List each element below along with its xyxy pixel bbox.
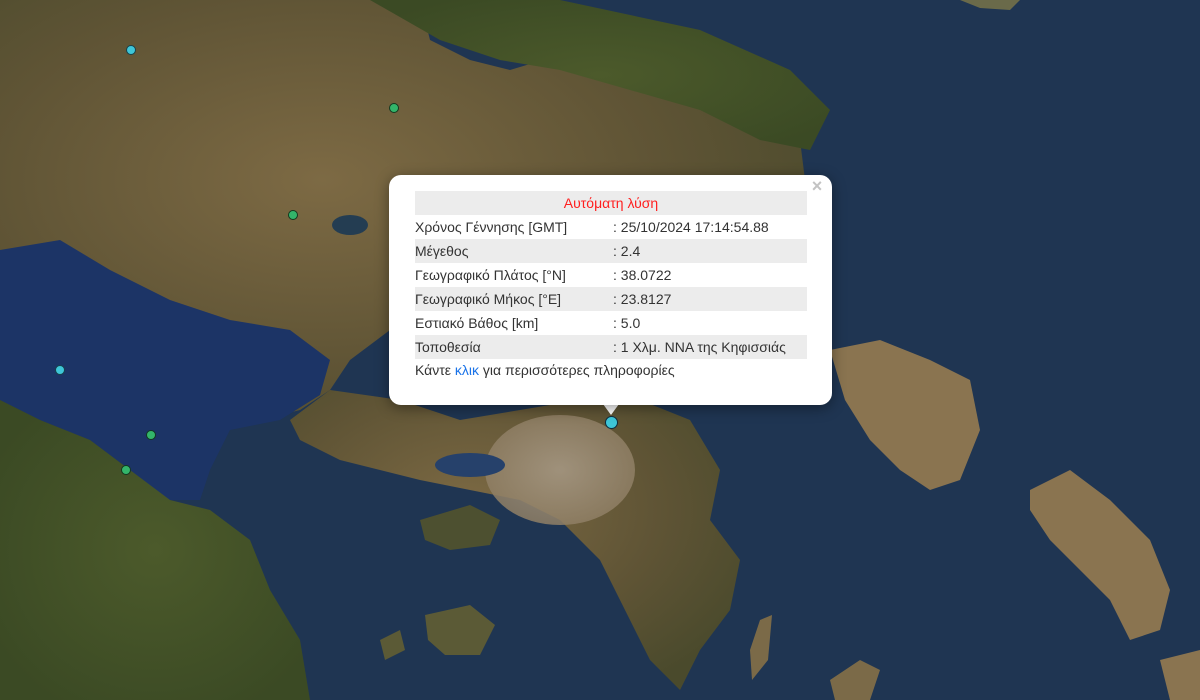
athens-urban-area [485, 415, 635, 525]
footer-prefix: Κάντε [415, 362, 455, 378]
info-row: Γεωγραφικό Μήκος [°E] : 23.8127 [415, 287, 807, 311]
origin-time-label: Χρόνος Γέννησης [GMT] [415, 219, 568, 235]
popup-tip [603, 404, 619, 415]
earthquake-marker[interactable] [55, 365, 65, 375]
earthquake-info-popup: × Αυτόματη λύση Χρόνος Γέννησης [GMT] : … [389, 175, 832, 405]
latitude-label: Γεωγραφικό Πλάτος [°N] [415, 267, 566, 283]
lake [435, 453, 505, 477]
selected-earthquake-marker[interactable] [605, 416, 618, 429]
magnitude-label: Μέγεθος [415, 239, 613, 263]
more-info-link[interactable]: κλικ [455, 362, 479, 378]
magnitude-value: : 2.4 [613, 239, 807, 263]
info-row: Εστιακό Βάθος [km] : 5.0 [415, 311, 807, 335]
earthquake-marker[interactable] [121, 465, 131, 475]
popup-footer: Κάντε κλικ για περισσότερες πληροφορίες [415, 362, 806, 378]
longitude-value: : 23.8127 [613, 287, 807, 311]
popup-title-row: Αυτόματη λύση [415, 191, 807, 215]
earthquake-marker[interactable] [126, 45, 136, 55]
info-row: Τοποθεσία : 1 Χλμ. ΝΝΑ της Κηφισσιάς [415, 335, 807, 359]
longitude-label: Γεωγραφικό Μήκος [°E] [415, 287, 613, 311]
info-row: Γεωγραφικό Πλάτος [°N] : 38.0722 [415, 263, 807, 287]
lake [332, 215, 368, 235]
earthquake-marker[interactable] [389, 103, 399, 113]
earthquake-marker[interactable] [288, 210, 298, 220]
origin-time-value: : 25/10/2024 17:14:54.88 [613, 219, 769, 235]
info-row: Χρόνος Γέννησης [GMT] : 25/10/2024 17:14… [415, 215, 807, 239]
depth-value: : 5.0 [613, 315, 641, 331]
depth-label: Εστιακό Βάθος [km] [415, 315, 539, 331]
earthquake-info-table: Αυτόματη λύση Χρόνος Γέννησης [GMT] : 25… [415, 191, 807, 359]
earthquake-marker[interactable] [146, 430, 156, 440]
info-row: Μέγεθος : 2.4 [415, 239, 807, 263]
popup-title: Αυτόματη λύση [415, 191, 807, 215]
latitude-value: : 38.0722 [613, 267, 672, 283]
close-icon[interactable]: × [808, 177, 826, 195]
footer-suffix: για περισσότερες πληροφορίες [479, 362, 675, 378]
location-label: Τοποθεσία [415, 335, 613, 359]
location-value: : 1 Χλμ. ΝΝΑ της Κηφισσιάς [613, 335, 807, 359]
